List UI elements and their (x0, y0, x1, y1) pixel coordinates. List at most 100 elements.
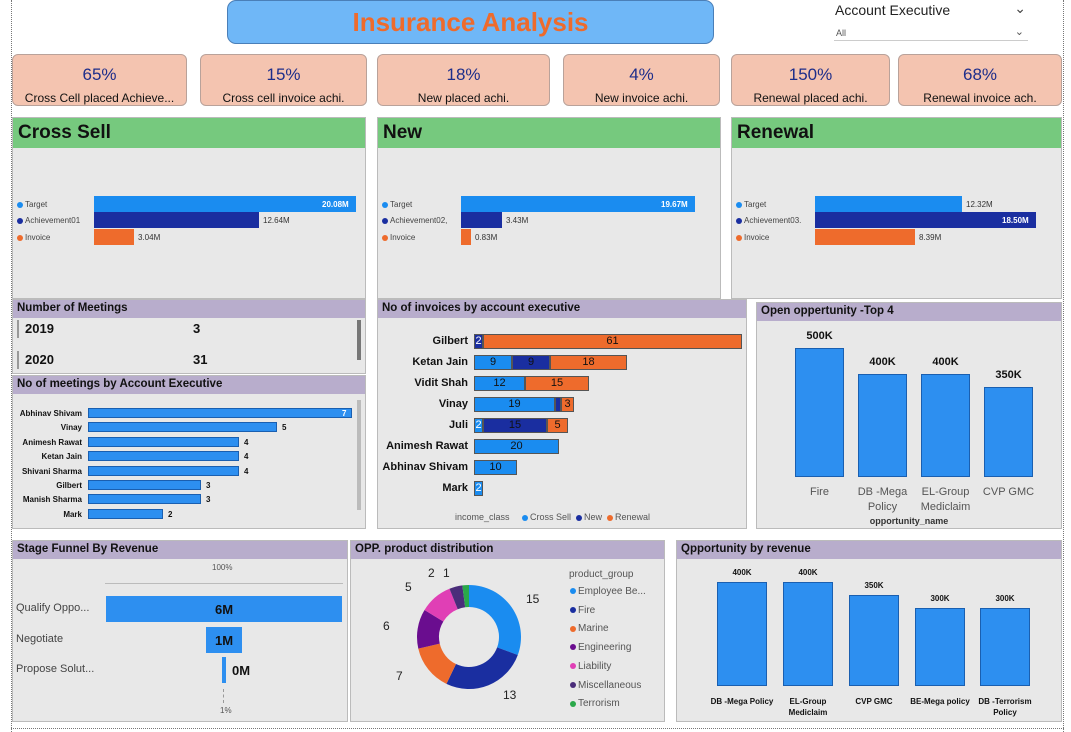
legend-item-achievement01: Achievement01 (17, 216, 80, 225)
kpi-label: Cross Cell placed Achieve... (24, 91, 175, 105)
x-axis-title: opportunity_name (869, 516, 949, 526)
bar (88, 465, 239, 476)
bar (88, 408, 352, 418)
bar (88, 508, 163, 519)
data-label: 1M (214, 633, 234, 648)
data-label: 5 (282, 423, 287, 433)
legend-label: Fire (578, 604, 596, 616)
category-label: Vinay (438, 398, 468, 410)
chevron-down-icon[interactable]: ⌄ (1014, 0, 1026, 17)
data-label: 2 (475, 482, 482, 494)
data-label: 9 (527, 356, 535, 368)
data-label: 18 (582, 356, 595, 368)
meeting-year: 2019 (25, 321, 54, 336)
data-label: 6M (214, 602, 234, 617)
legend-item[interactable]: Liability (570, 661, 611, 672)
bar (717, 582, 767, 686)
legend-item-achievement02-: Achievement02, (382, 216, 447, 225)
panel-title: Qpportunity by revenue (677, 541, 1061, 559)
data-label: 3.04M (138, 233, 161, 242)
data-label: 4 (244, 466, 249, 476)
category-label: Ketan Jain (41, 452, 82, 462)
opportunity-by-revenue-panel: Qpportunity by revenue 400K DB -Mega Poli… (676, 540, 1062, 722)
legend-item[interactable]: Engineering (570, 642, 631, 653)
legend-dot (570, 625, 576, 632)
bar (849, 595, 899, 686)
slicer-title: Account Executive (835, 2, 951, 18)
legend-item-invoice: Invoice (382, 233, 415, 242)
dashboard-title: Insurance Analysis (227, 0, 714, 44)
bar-achievement01 (94, 212, 259, 228)
legend-dot (570, 644, 576, 651)
donut-slice-fire[interactable] (446, 647, 518, 689)
slicer-dropdown[interactable]: All ⌄ (834, 24, 1028, 41)
legend-dot (17, 234, 23, 241)
category-label: Gilbert (432, 335, 468, 347)
data-label: 20 (510, 440, 523, 452)
panel-title: New (378, 118, 720, 148)
data-label: 19 (508, 398, 521, 410)
data-label: 4 (244, 437, 249, 447)
legend-dot (736, 217, 742, 224)
account-executive-slicer[interactable]: Account Executive ⌄ All ⌄ (834, 0, 1030, 44)
panel-title: Number of Meetings (13, 300, 365, 318)
slice-label: 13 (503, 688, 517, 702)
legend-label: Invoice (744, 233, 770, 242)
legend-item-invoice: Invoice (736, 233, 769, 242)
funnel-connector (223, 689, 224, 703)
legend-label: Invoice (390, 233, 416, 242)
legend-item-new[interactable]: New (576, 512, 602, 522)
category-label: Animesh Rawat (386, 440, 468, 452)
legend-item-renewal[interactable]: Renewal (607, 512, 650, 522)
legend-label: Employee Be... (578, 586, 646, 597)
data-label: 300K (995, 594, 1015, 603)
data-label: 2 (475, 419, 482, 431)
page-border-bottom (11, 728, 1064, 729)
data-label: 19.67M (661, 200, 688, 209)
legend-label: Target (744, 200, 767, 209)
legend-label: Achievement02, (390, 216, 448, 225)
legend-item-target: Target (17, 200, 47, 209)
category-label: Abhinav Shivam (382, 461, 468, 473)
category-label: EL-Group Mediclaim (788, 697, 828, 717)
bar (88, 480, 201, 490)
data-label: 300K (930, 594, 950, 603)
data-label: 400K (732, 568, 752, 577)
legend-item-cross-sell[interactable]: Cross Sell (522, 512, 571, 522)
legend-item[interactable]: Miscellaneous (570, 680, 641, 691)
scrollbar[interactable] (357, 400, 361, 510)
bar (795, 348, 844, 477)
kpi-label: Renewal invoice ach. (923, 91, 1037, 105)
data-label: 400K (932, 356, 959, 368)
legend-item[interactable]: Fire (570, 605, 595, 616)
slice-label: 5 (405, 580, 412, 594)
legend-item[interactable]: Marine (570, 623, 609, 634)
legend-label: Engineering (578, 642, 632, 654)
legend-item[interactable]: Terrorism (570, 698, 620, 709)
dropdown-chevron-icon[interactable]: ⌄ (1015, 25, 1024, 38)
legend-title: product_group (569, 569, 634, 580)
legend-item[interactable]: Employee Be... (570, 586, 646, 597)
cross-sell-panel: Cross Sell Target 20.08M Achievement01 12.6… (12, 117, 366, 299)
bar (915, 608, 965, 686)
data-label: 400K (869, 356, 896, 368)
bar-invoice (461, 229, 471, 245)
legend-label: Terrorism (578, 698, 620, 710)
data-label: 12.64M (263, 216, 290, 225)
bar (88, 422, 277, 433)
scrollbar[interactable] (357, 320, 361, 360)
kpi-value: 150% (788, 65, 833, 84)
category-label: Gilbert (56, 481, 82, 490)
donut-slice-employee-be-[interactable] (469, 585, 521, 655)
bar-target (461, 196, 695, 212)
stage-funnel-panel: Stage Funnel By Revenue 100% 1% Qualify … (12, 540, 348, 722)
category-label: DB -Terrorism Policy (978, 697, 1032, 717)
kpi-label: New invoice achi. (594, 91, 689, 105)
data-label: 5 (554, 419, 561, 431)
category-label: Negotiate (16, 633, 64, 645)
new-panel: New Target 19.67M Achievement02, 3.43M Invoi… (377, 117, 721, 299)
category-label: Manish Sharma (22, 495, 82, 505)
data-label: 350K (995, 369, 1022, 381)
page-border-right (1063, 0, 1064, 732)
category-label: Vidit Shah (414, 377, 468, 389)
